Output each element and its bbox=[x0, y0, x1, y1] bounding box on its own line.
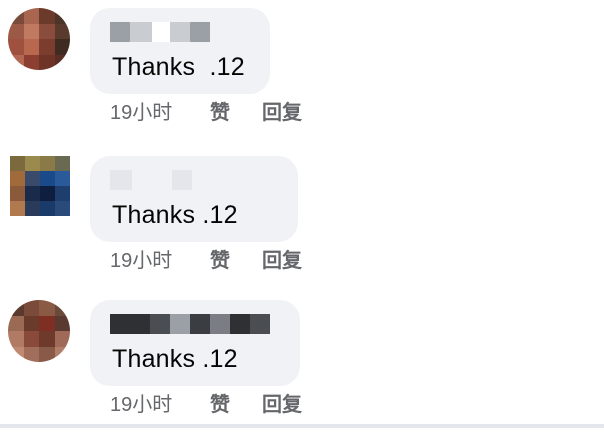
avatar-mosaic-cell bbox=[25, 171, 40, 186]
avatar-mosaic-cell bbox=[8, 39, 24, 55]
comment-actions: 19小时 赞 回复 bbox=[110, 96, 302, 125]
avatar-mosaic-cell bbox=[54, 39, 70, 55]
avatar-mosaic-cell bbox=[55, 171, 70, 186]
avatar-mosaic-cell bbox=[23, 315, 39, 331]
avatar-mosaic-cell bbox=[40, 186, 55, 201]
name-redaction-block bbox=[170, 314, 190, 334]
comment-bubble: Thanks .12 bbox=[90, 300, 300, 386]
avatar-mosaic-cell bbox=[23, 23, 39, 39]
avatar-mosaic-cell bbox=[23, 8, 39, 24]
name-redaction-block bbox=[110, 22, 130, 42]
comment-bubble: Thanks .12 bbox=[90, 8, 270, 94]
avatar-mosaic-cell bbox=[8, 346, 24, 362]
comment-item: Thanks .12 19小时 赞 回复 bbox=[0, 292, 604, 432]
avatar-mosaic-cell bbox=[39, 54, 55, 70]
comment-item: Thanks .12 19小时 赞 回复 bbox=[0, 0, 604, 140]
avatar-mosaic-cell bbox=[8, 23, 24, 39]
name-redaction-block bbox=[110, 170, 132, 190]
comment-timestamp[interactable]: 19小时 bbox=[110, 244, 210, 273]
avatar-mosaic-cell bbox=[23, 54, 39, 70]
comment-bubble: Thanks .12 bbox=[90, 156, 298, 242]
avatar-mosaic-cell bbox=[8, 331, 24, 347]
name-redaction-block bbox=[110, 314, 150, 334]
name-redaction-block bbox=[170, 22, 190, 42]
like-button[interactable]: 赞 bbox=[210, 96, 262, 125]
comment-item: Thanks .12 19小时 赞 回复 bbox=[0, 148, 604, 288]
commenter-name-redacted[interactable] bbox=[110, 22, 210, 42]
name-redaction-block bbox=[150, 314, 170, 334]
avatar[interactable] bbox=[8, 300, 70, 362]
avatar-mosaic-cell bbox=[54, 23, 70, 39]
comment-text: Thanks .12 bbox=[112, 201, 238, 229]
avatar-mosaic-cell bbox=[54, 346, 70, 362]
comment-text: Thanks .12 bbox=[112, 53, 245, 81]
avatar-mosaic-cell bbox=[39, 315, 55, 331]
avatar-mosaic-cell bbox=[55, 186, 70, 201]
avatar[interactable] bbox=[8, 8, 70, 70]
like-button[interactable]: 赞 bbox=[210, 244, 262, 273]
avatar-mosaic-cell bbox=[39, 346, 55, 362]
avatar-mosaic-cell bbox=[55, 201, 70, 216]
avatar-mosaic-cell bbox=[55, 156, 70, 171]
comment-timestamp[interactable]: 19小时 bbox=[110, 96, 210, 125]
avatar-mosaic-cell bbox=[40, 201, 55, 216]
avatar-mosaic-cell bbox=[54, 331, 70, 347]
avatar-mosaic-cell bbox=[39, 39, 55, 55]
name-redaction-block bbox=[230, 314, 250, 334]
avatar-mosaic-cell bbox=[8, 300, 24, 316]
name-redaction-block bbox=[190, 22, 210, 42]
commenter-name-redacted[interactable] bbox=[110, 314, 270, 334]
avatar-mosaic-cell bbox=[39, 331, 55, 347]
avatar-mosaic-cell bbox=[8, 315, 24, 331]
avatar[interactable] bbox=[10, 156, 70, 216]
avatar-mosaic-cell bbox=[54, 8, 70, 24]
avatar-mosaic-cell bbox=[8, 54, 24, 70]
comment-timestamp[interactable]: 19小时 bbox=[110, 388, 210, 417]
commenter-name-redacted[interactable] bbox=[110, 170, 192, 190]
avatar-mosaic-cell bbox=[39, 300, 55, 316]
avatar-mosaic-cell bbox=[54, 54, 70, 70]
like-button[interactable]: 赞 bbox=[210, 388, 262, 417]
avatar-mosaic-cell bbox=[23, 346, 39, 362]
avatar-mosaic-cell bbox=[8, 8, 24, 24]
name-redaction-block bbox=[130, 22, 152, 42]
name-redaction-block bbox=[250, 314, 270, 334]
reply-button[interactable]: 回复 bbox=[262, 244, 302, 273]
comment-actions: 19小时 赞 回复 bbox=[110, 244, 302, 273]
avatar-mosaic-cell bbox=[23, 300, 39, 316]
name-redaction-block bbox=[210, 314, 230, 334]
comment-actions: 19小时 赞 回复 bbox=[110, 388, 302, 417]
avatar-mosaic-cell bbox=[23, 331, 39, 347]
avatar-mosaic-cell bbox=[10, 156, 25, 171]
avatar-mosaic-cell bbox=[25, 156, 40, 171]
reply-button[interactable]: 回复 bbox=[262, 96, 302, 125]
avatar-mosaic-cell bbox=[40, 156, 55, 171]
name-redaction-block bbox=[132, 170, 172, 190]
avatar-mosaic-cell bbox=[10, 186, 25, 201]
avatar-mosaic-cell bbox=[54, 315, 70, 331]
avatar-mosaic-cell bbox=[40, 171, 55, 186]
avatar-mosaic-cell bbox=[39, 23, 55, 39]
comment-text: Thanks .12 bbox=[112, 345, 238, 373]
avatar-mosaic-cell bbox=[25, 186, 40, 201]
name-redaction-block bbox=[152, 22, 170, 42]
avatar-mosaic-cell bbox=[39, 8, 55, 24]
divider bbox=[0, 424, 604, 428]
avatar-mosaic-cell bbox=[23, 39, 39, 55]
avatar-mosaic-cell bbox=[10, 201, 25, 216]
name-redaction-block bbox=[190, 314, 210, 334]
avatar-mosaic-cell bbox=[25, 201, 40, 216]
avatar-mosaic-cell bbox=[54, 300, 70, 316]
avatar-mosaic-cell bbox=[10, 171, 25, 186]
reply-button[interactable]: 回复 bbox=[262, 388, 302, 417]
name-redaction-block bbox=[172, 170, 192, 190]
